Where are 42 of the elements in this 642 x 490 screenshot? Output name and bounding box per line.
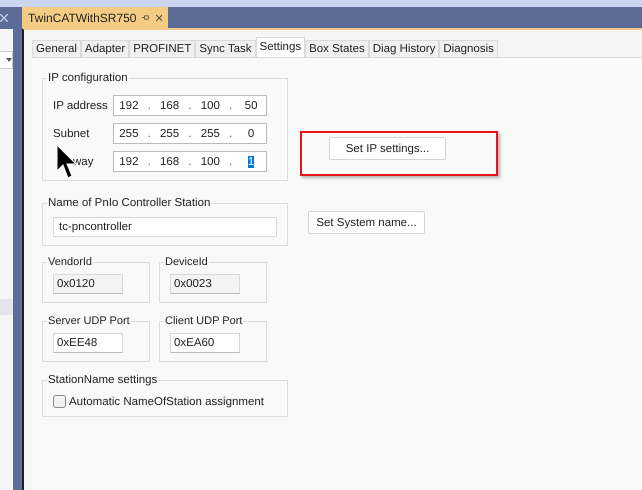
caret-icon[interactable] [6,58,12,62]
document-tab[interactable]: TwinCATWithSR750 [22,7,168,28]
group-title: Name of PnIo Controller Station [47,197,212,209]
value-field: 0x0023 [170,274,240,294]
checkbox[interactable]: Automatic NameOfStation assignment [53,395,277,408]
value-field[interactable]: 0xEA60 [170,333,240,353]
separator-dot: . [229,128,232,140]
tab[interactable]: Adapter [80,40,130,57]
tab[interactable]: General [32,40,81,57]
value-field[interactable]: 0xEE48 [53,333,123,353]
group-title: StationName settings [47,374,158,386]
tab[interactable]: Settings [256,37,306,57]
separator-dot: . [148,100,151,112]
ip-address-field[interactable]: 255 . 255 . 255 . 0 [113,123,267,144]
separator-dot: . [188,156,192,168]
separator-dot: . [188,100,192,112]
group-title: Client UDP Port [164,315,244,327]
separator-dot: . [229,100,232,112]
tab[interactable]: Diag History [368,40,440,57]
group-title: IP configuration [47,72,129,84]
separator-dot: . [188,128,192,140]
value-field: 0x0120 [53,274,123,294]
close-icon[interactable] [156,14,162,22]
tab[interactable]: Box States [305,40,369,57]
field-label: IP address [53,100,109,112]
tab[interactable]: Diagnosis [439,40,498,57]
ip-address-field[interactable]: 192 . 168 . 100 . 1 [113,151,267,172]
pin-icon[interactable] [142,14,150,21]
separator-dot: . [148,128,151,140]
tab[interactable]: Sync Task [195,40,256,57]
document-title: TwinCATWithSR750 [28,10,136,24]
field-label: Subnet [53,128,90,140]
group-title: DeviceId [164,256,209,268]
separator-dot: . [229,156,232,168]
tab[interactable]: PROFINET [129,40,196,57]
station-name-field[interactable]: tc-pncontroller [53,217,277,237]
group-title: Server UDP Port [47,315,131,327]
set-ip-button[interactable]: Set IP settings... [329,137,446,160]
separator-dot: . [148,156,151,168]
group-title: VendorId [47,256,94,268]
set-name-button[interactable]: Set System name... [308,211,425,234]
ip-address-field[interactable]: 192 . 168 . 100 . 50 [113,95,267,116]
